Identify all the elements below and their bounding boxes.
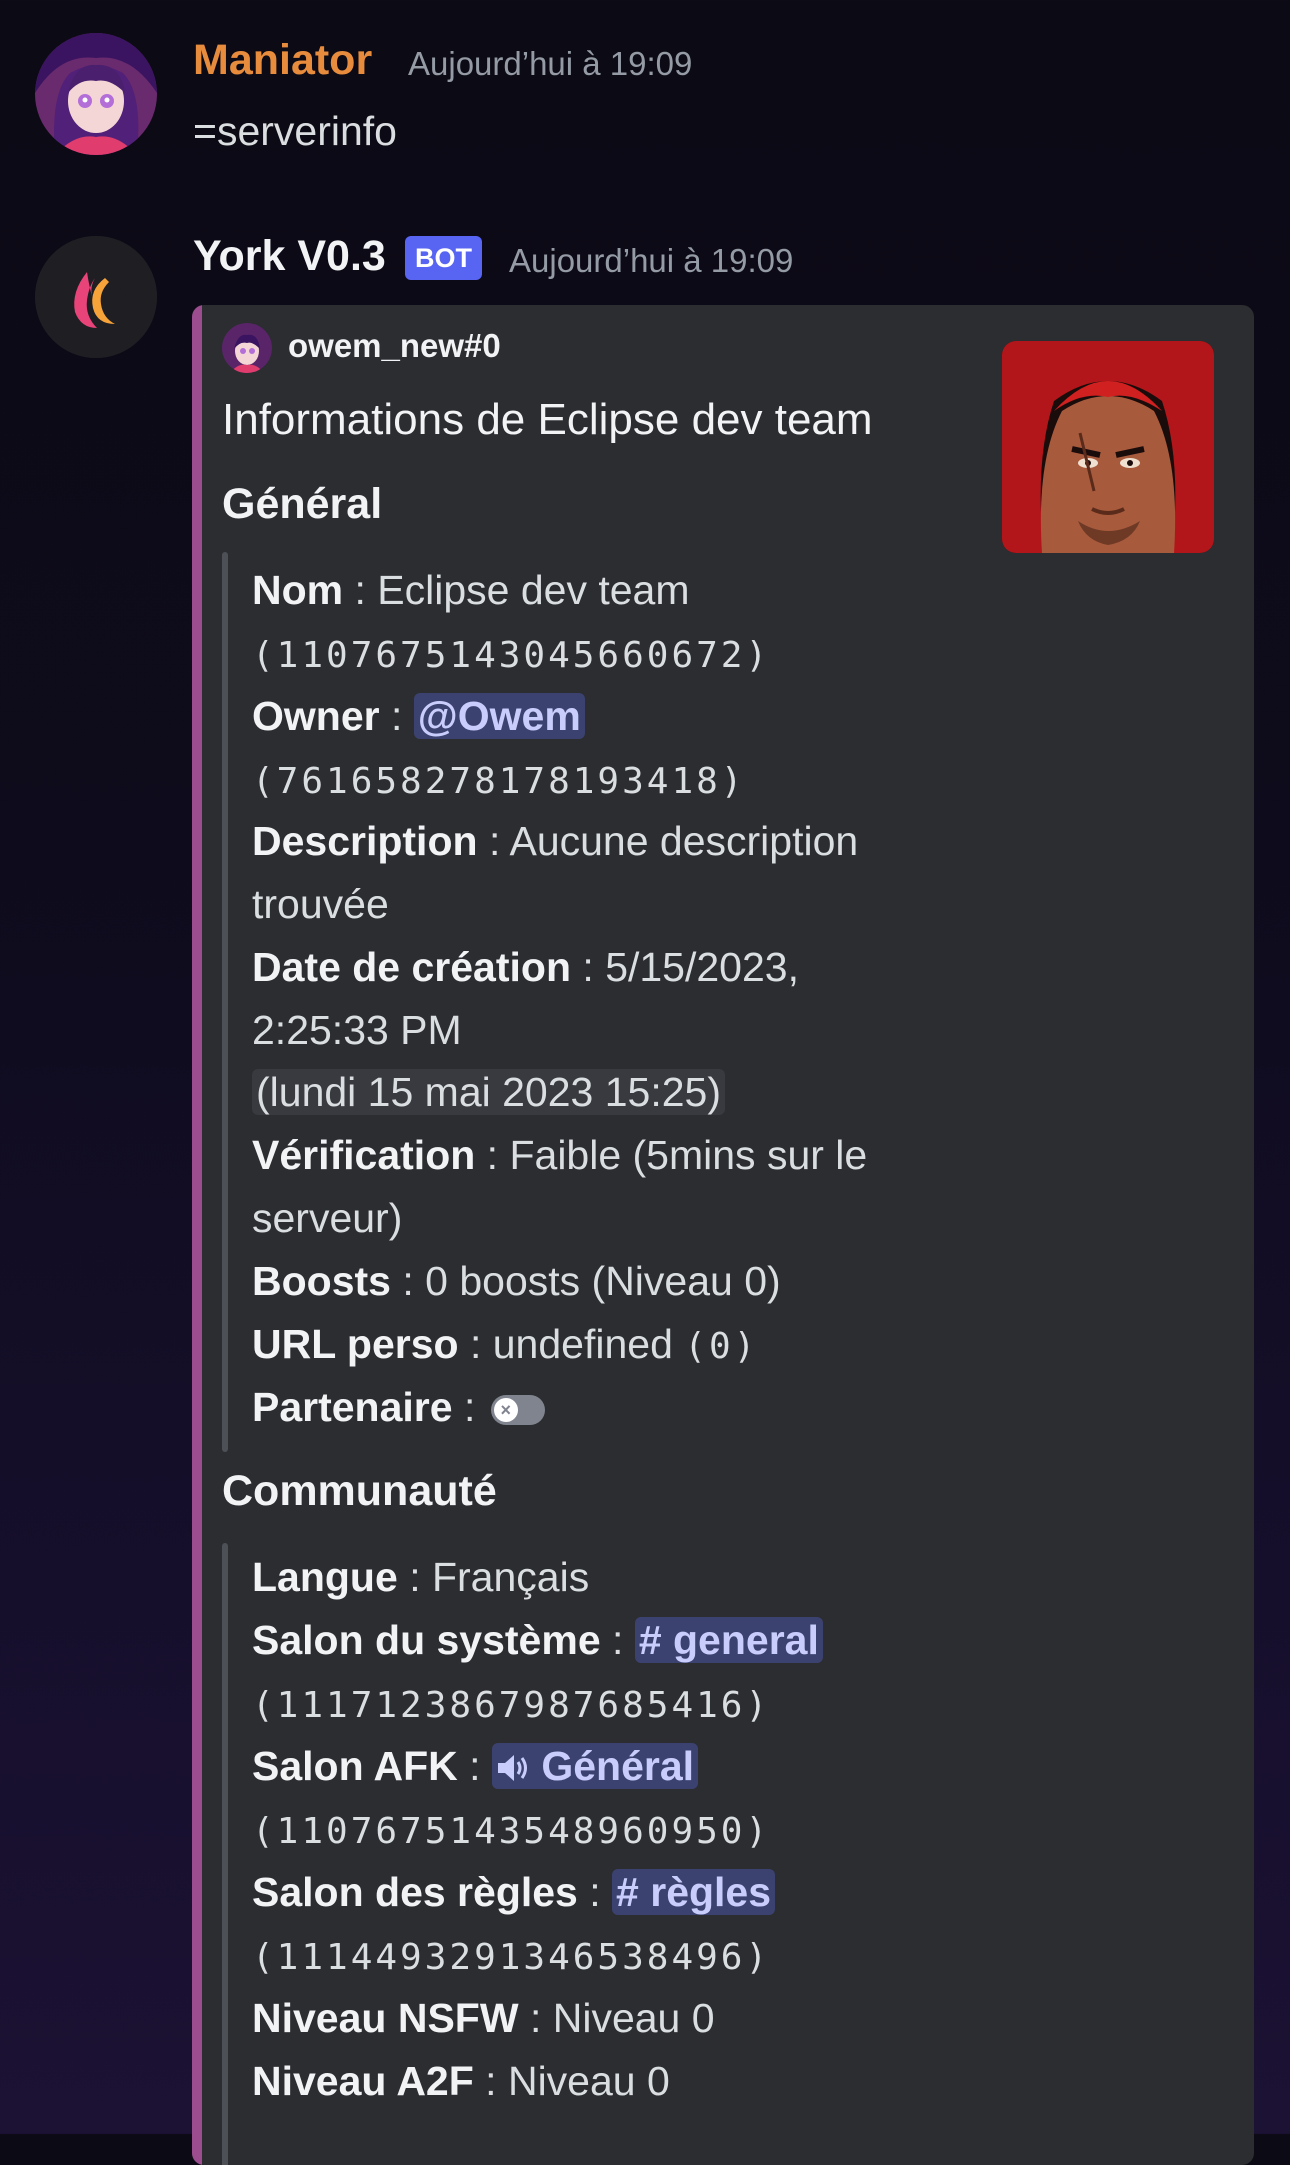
field-date-formatted: (lundi 15 mai 2023 15:25) — [252, 1061, 725, 1124]
afk-label: Salon AFK — [252, 1743, 458, 1789]
afk-channel-mention[interactable]: Général — [491, 1743, 699, 1789]
field-afk-id: (1107675143548960950) — [252, 1798, 770, 1863]
description-value-cont: trouvée — [252, 881, 389, 927]
partner-label: Partenaire — [252, 1384, 453, 1430]
field-afk-channel: Salon AFK : Général — [252, 1735, 699, 1798]
message-york-bot: York V0.3 BOT Aujourd’hui à 19:09 owem_n… — [0, 0, 1290, 2165]
a2f-label: Niveau A2F — [252, 2058, 474, 2104]
nsfw-label: Niveau NSFW — [252, 1995, 519, 2041]
date-value: 5/15/2023, — [605, 944, 799, 990]
field-owner: Owner : @Owem — [252, 685, 585, 748]
field-rules-id: (1114493291346538496) — [252, 1924, 770, 1989]
boosts-value: 0 boosts (Niveau 0) — [425, 1258, 781, 1304]
section-general-title: Général — [222, 480, 383, 528]
embed-title: Informations de Eclipse dev team — [222, 395, 873, 444]
nom-value: Eclipse dev team — [377, 567, 690, 613]
york-timestamp: Aujourd’hui à 19:09 — [509, 242, 794, 279]
nsfw-value: Niveau 0 — [552, 1995, 715, 2041]
date-value-cont: 2:25:33 PM — [252, 1007, 462, 1053]
system-id: (1117123867987685416) — [252, 1685, 771, 1726]
date-label: Date de création — [252, 944, 571, 990]
verification-label: Vérification — [252, 1132, 476, 1178]
field-boosts: Boosts : 0 boosts (Niveau 0) — [252, 1258, 781, 1304]
verification-value-cont: serveur) — [252, 1195, 403, 1241]
field-a2f: Niveau A2F : Niveau 0 — [252, 2058, 670, 2104]
system-channel-mention[interactable]: # general — [634, 1617, 823, 1663]
description-label: Description — [252, 818, 478, 864]
field-url: URL perso : undefined (0) — [252, 1321, 759, 1367]
a2f-value: Niveau 0 — [507, 2058, 670, 2104]
langue-value: Français — [431, 1554, 590, 1600]
speaker-icon — [496, 1743, 541, 1789]
embed-accent-bar — [192, 305, 202, 2165]
field-verification: Vérification : Faible (5mins sur le — [252, 1132, 868, 1178]
field-owner-id: (761658278178193418) — [252, 748, 745, 813]
field-date: Date de création : 5/15/2023, — [252, 944, 799, 990]
verification-value: Faible (5mins sur le — [509, 1132, 868, 1178]
section-community-title: Communauté — [222, 1467, 497, 1515]
langue-label: Langue — [252, 1554, 398, 1600]
field-nom-id: (1107675143045660672) — [252, 622, 770, 687]
field-date-cont: 2:25:33 PM — [252, 999, 462, 1062]
field-verification-cont: serveur) — [252, 1187, 402, 1250]
field-system-id: (1117123867987685416) — [252, 1672, 770, 1737]
url-label: URL perso — [252, 1321, 459, 1367]
url-code: (0) — [684, 1326, 759, 1367]
toggle-off-icon: × — [490, 1395, 545, 1426]
owner-id: (761658278178193418) — [252, 761, 746, 802]
nom-label: Nom — [252, 567, 344, 613]
field-description-cont: trouvée — [252, 873, 389, 936]
server-info-embed: owem_new#0 Informations de Eclipse dev t… — [192, 305, 1254, 2165]
owner-label: Owner — [252, 693, 380, 739]
field-langue: Langue : Français — [252, 1554, 590, 1600]
description-value: Aucune description — [509, 818, 859, 864]
embed-thumbnail[interactable] — [1002, 341, 1214, 553]
embed-author-name[interactable]: owem_new#0 — [288, 327, 501, 365]
system-label: Salon du système — [252, 1617, 601, 1663]
field-nom: Nom : Eclipse dev team — [252, 567, 690, 613]
afk-channel-name: Général — [541, 1743, 695, 1789]
owner-mention[interactable]: @Owem — [413, 693, 585, 739]
embed-author-avatar[interactable] — [222, 323, 272, 373]
url-value: undefined — [492, 1321, 673, 1367]
date-timestamp[interactable]: (lundi 15 mai 2023 15:25) — [252, 1069, 725, 1115]
york-avatar[interactable] — [35, 236, 157, 358]
afk-id: (1107675143548960950) — [252, 1811, 771, 1852]
general-quote-bar — [222, 552, 228, 1452]
field-partner: Partenaire : × — [252, 1376, 545, 1439]
field-description: Description : Aucune description — [252, 818, 859, 864]
boosts-label: Boosts — [252, 1258, 391, 1304]
rules-channel-mention[interactable]: # règles — [612, 1869, 776, 1915]
community-quote-bar — [222, 1543, 228, 2165]
york-username[interactable]: York V0.3 — [193, 232, 386, 281]
bot-badge: BOT — [405, 236, 482, 280]
field-system-channel: Salon du système : # general — [252, 1609, 823, 1672]
nom-id: (1107675143045660672) — [252, 635, 771, 676]
rules-label: Salon des règles — [252, 1869, 578, 1915]
field-rules-channel: Salon des règles : # règles — [252, 1861, 776, 1924]
rules-id: (1114493291346538496) — [252, 1937, 771, 1978]
field-nsfw: Niveau NSFW : Niveau 0 — [252, 1995, 715, 2041]
